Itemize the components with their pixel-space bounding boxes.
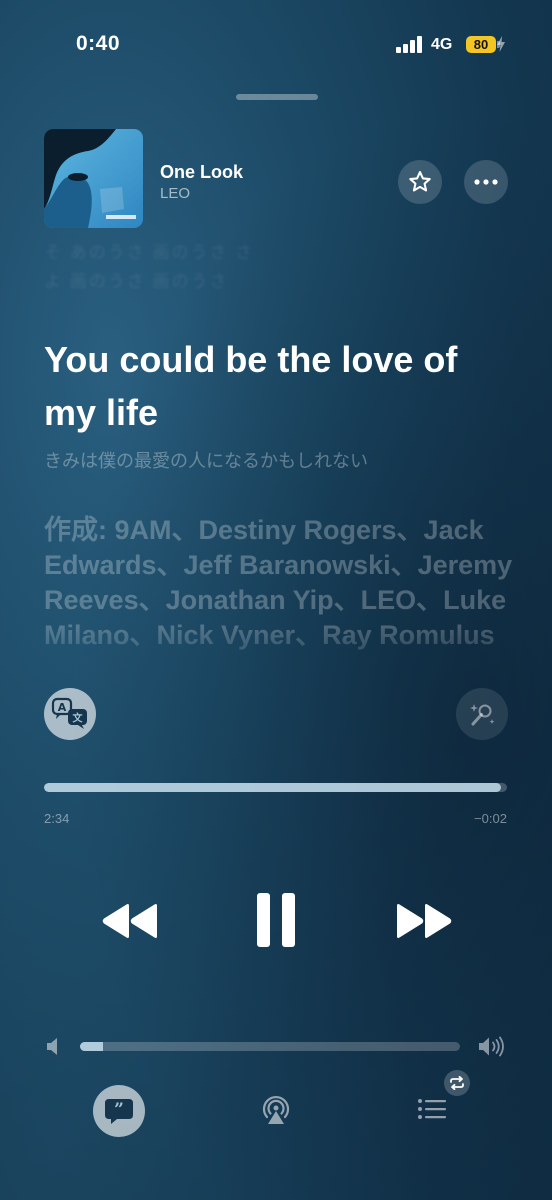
list-icon	[418, 1099, 446, 1119]
fast-forward-icon	[397, 904, 452, 938]
pause-button[interactable]	[248, 888, 304, 952]
microphone-sparkle-icon	[470, 704, 495, 726]
star-icon	[409, 171, 431, 192]
remaining-time: −0:02	[474, 811, 507, 826]
songwriter-credits: 作成: 9AM、Destiny Rogers、Jack Edwards、Jeff…	[44, 513, 524, 689]
pause-icon	[257, 893, 295, 947]
song-title: One Look	[160, 162, 244, 182]
volume-slider[interactable]	[80, 1042, 460, 1051]
rewind-icon	[102, 904, 157, 938]
airplay-icon	[262, 1095, 290, 1124]
next-button[interactable]	[390, 896, 458, 946]
translate-button[interactable]: A 文	[44, 688, 96, 740]
volume-slider-fill	[80, 1042, 103, 1051]
credits-text: 作成: 9AM、Destiny Rogers、Jack Edwards、Jeff…	[44, 515, 513, 650]
repeat-icon	[450, 1076, 464, 1090]
airplay-button[interactable]	[256, 1090, 296, 1130]
translate-icon: A 文	[51, 697, 87, 729]
lyrics-button[interactable]: ”	[93, 1085, 145, 1137]
playback-progress-fill	[44, 783, 501, 792]
playback-scrubber[interactable]	[44, 783, 507, 792]
svg-text:”: ”	[114, 1100, 124, 1120]
sing-button[interactable]	[456, 688, 508, 740]
charging-bolt-icon	[497, 36, 505, 52]
current-lyric-line[interactable]: You could be the love of my life	[44, 333, 514, 439]
repeat-badge[interactable]	[444, 1070, 470, 1096]
network-type: 4G	[431, 36, 453, 53]
album-artwork[interactable]	[44, 129, 143, 228]
cellular-signal-icon	[396, 36, 424, 53]
previous-lyric-line[interactable]: よ 画のうさ 画のうさ	[44, 267, 228, 292]
elapsed-time: 2:34	[44, 811, 70, 826]
song-artist[interactable]: LEO	[160, 185, 190, 202]
status-time: 0:40	[76, 32, 121, 55]
ellipsis-icon	[474, 179, 498, 185]
lyrics-quote-bubble-icon: ”	[105, 1099, 133, 1124]
svg-text:A: A	[58, 701, 67, 714]
more-button[interactable]	[464, 160, 508, 204]
volume-high-icon	[479, 1036, 504, 1057]
previous-button[interactable]	[96, 896, 164, 946]
svg-text:文: 文	[73, 712, 84, 725]
queue-button[interactable]	[414, 1094, 450, 1124]
volume-low-icon	[47, 1038, 57, 1055]
favorite-button[interactable]	[398, 160, 442, 204]
previous-lyric-line[interactable]: そ あのうさ 画のうさ さ	[44, 238, 254, 263]
sheet-grabber[interactable]	[236, 94, 318, 100]
battery-level: 80	[466, 36, 496, 53]
lyric-translation: きみは僕の最愛の人になるかもしれない	[44, 451, 368, 471]
